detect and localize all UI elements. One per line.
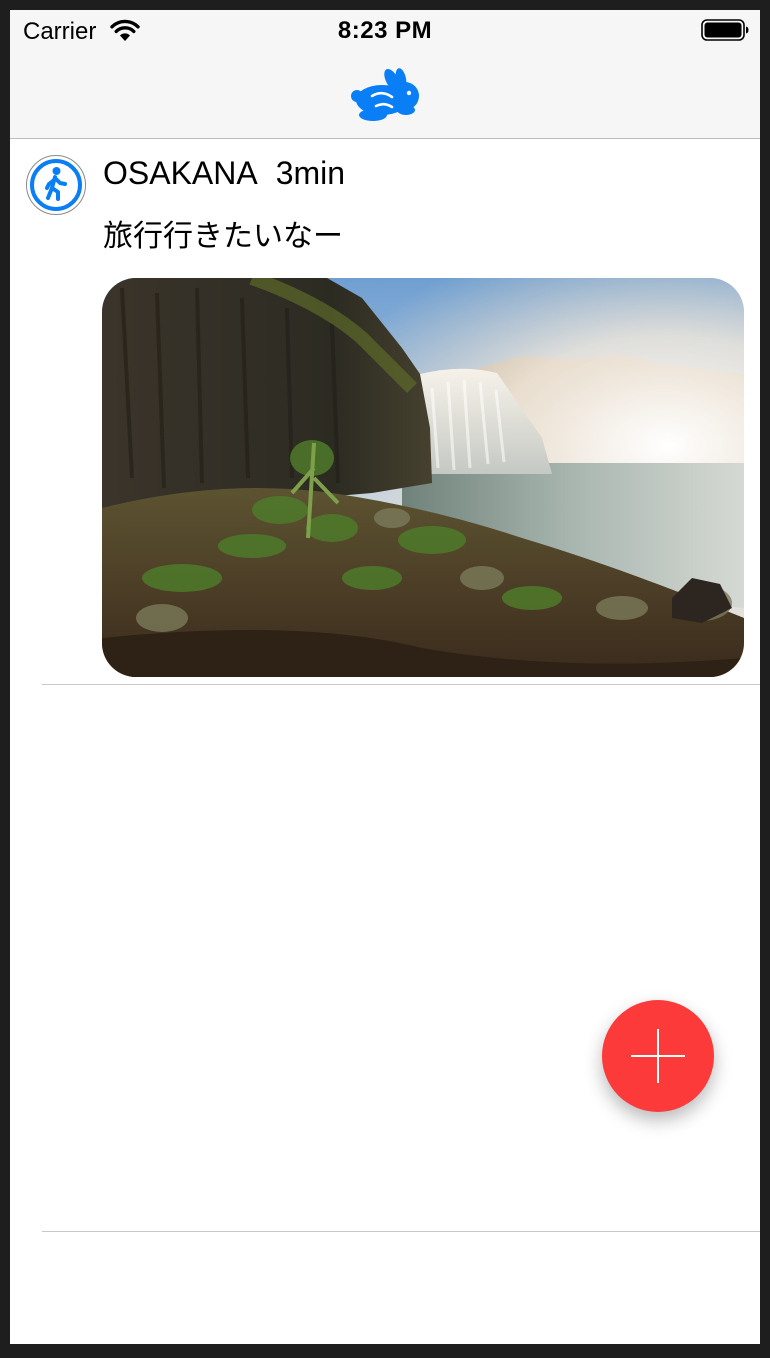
rabbit-logo-icon <box>348 66 422 129</box>
user-name: OSAKANA <box>103 155 258 191</box>
app-screen: Carrier 8:23 PM OSAKANA 3min 旅行行きたいなー <box>10 10 760 1344</box>
status-time: 8:23 PM <box>337 17 433 44</box>
post-time: 3min <box>275 155 346 191</box>
add-post-button[interactable] <box>602 1000 714 1112</box>
waterfall-photo[interactable] <box>102 278 744 677</box>
post-header: OSAKANA 3min <box>103 155 345 192</box>
row-divider <box>42 1231 760 1232</box>
post-text: 旅行行きたいなー <box>103 220 343 253</box>
status-bar: Carrier 8:23 PM <box>10 10 760 54</box>
nav-bar <box>10 54 760 139</box>
post-cell[interactable]: OSAKANA 3min 旅行行きたいなー <box>10 139 760 685</box>
battery-full-icon <box>701 19 749 46</box>
row-divider <box>42 684 760 685</box>
accessibility-walking-icon[interactable] <box>26 155 86 215</box>
